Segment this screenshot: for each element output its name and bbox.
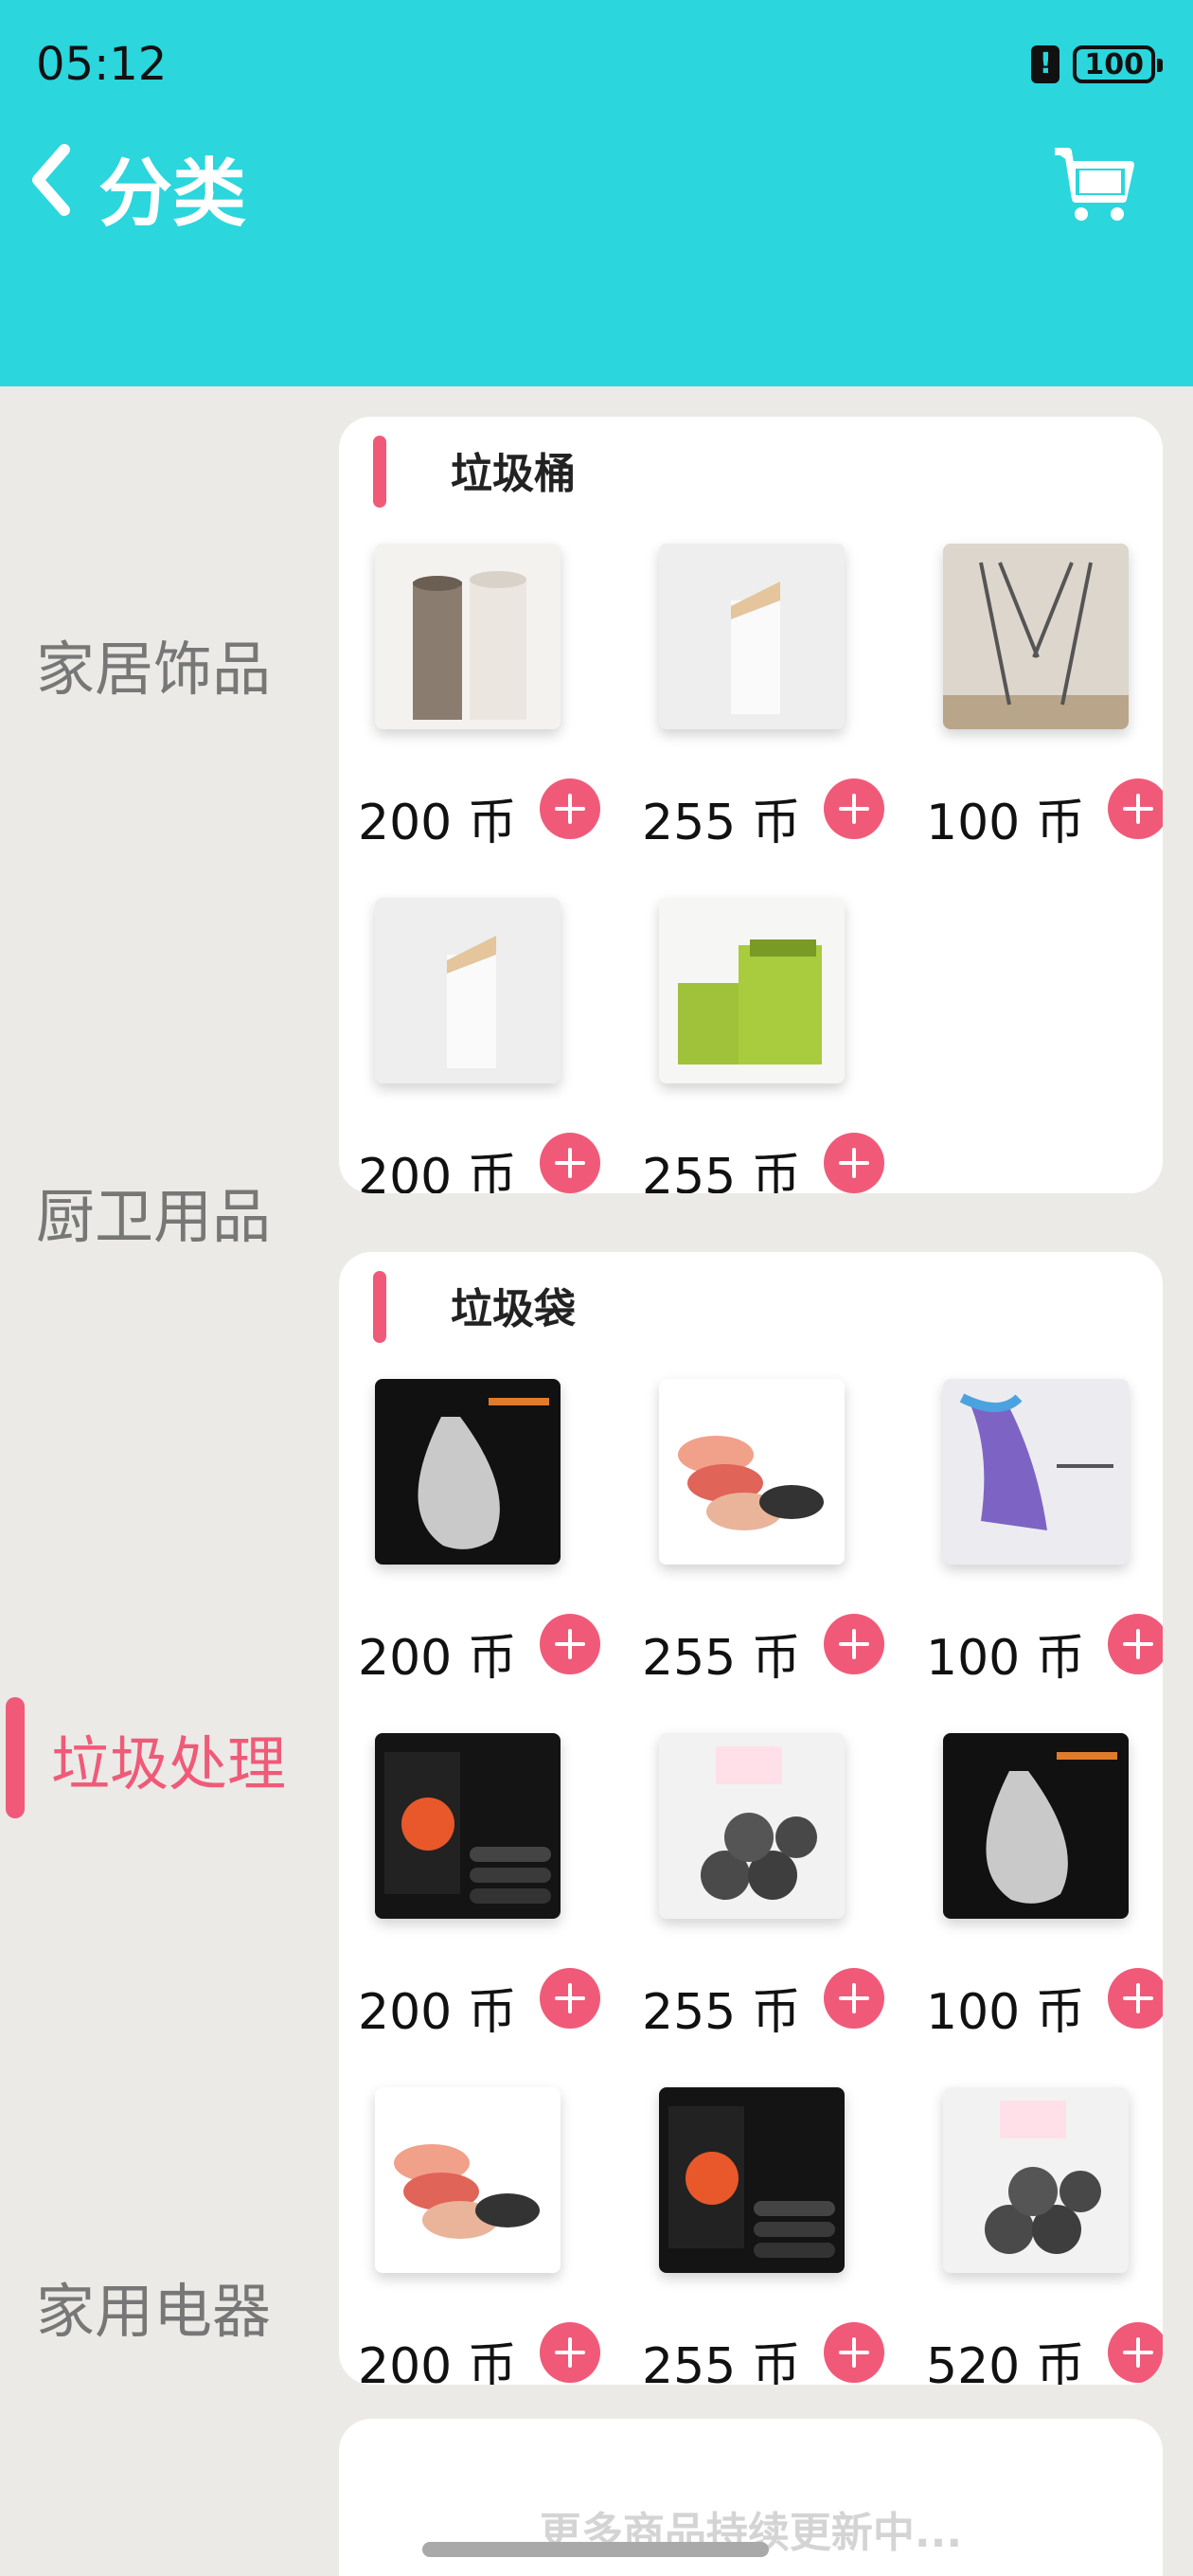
product-image[interactable] (375, 2087, 561, 2273)
add-to-cart-button[interactable] (1108, 2322, 1163, 2383)
section-marker (373, 1271, 386, 1343)
product-item[interactable]: 100 币 (926, 1733, 1163, 2074)
page-title: 分类 (98, 152, 247, 237)
product-image[interactable] (375, 1733, 561, 1919)
section-title: 垃圾桶 (451, 450, 576, 498)
add-to-cart-button[interactable] (540, 2322, 600, 2383)
section-title: 垃圾袋 (451, 1285, 576, 1333)
add-to-cart-button[interactable] (1108, 1614, 1163, 1674)
product-image[interactable] (659, 898, 845, 1083)
product-item[interactable]: 255 币 (642, 544, 907, 885)
battery-level: 100 (1084, 47, 1144, 81)
product-price: 200 币 (358, 1149, 517, 1193)
product-price: 100 币 (926, 1630, 1085, 1687)
product-image[interactable] (659, 1379, 845, 1565)
sidebar-item-kitchen-bath[interactable]: 厨卫用品 (0, 1169, 307, 1254)
product-list: 垃圾桶 200 币 255 币 100 币 200 币 255 币 垃圾袋 20… (307, 386, 1193, 2576)
section-trash-bags: 垃圾袋 200 币 255 币 100 币 200 币 255 币 100 币 … (339, 1252, 1163, 2385)
product-image[interactable] (375, 544, 561, 729)
add-to-cart-button[interactable] (824, 778, 884, 839)
product-image[interactable] (943, 1379, 1129, 1565)
product-price: 200 币 (358, 1630, 517, 1687)
product-item[interactable]: 200 币 (358, 1379, 623, 1720)
category-sidebar: 家居饰品 厨卫用品 垃圾处理 家用电器 (0, 386, 307, 2576)
add-to-cart-button[interactable] (1108, 1968, 1163, 2029)
section-marker (373, 436, 386, 508)
add-to-cart-button[interactable] (824, 2322, 884, 2383)
product-price: 200 币 (358, 2338, 517, 2385)
product-item[interactable]: 200 币 (358, 2087, 623, 2385)
add-to-cart-button[interactable] (1108, 778, 1163, 839)
add-to-cart-button[interactable] (540, 1133, 600, 1193)
add-to-cart-button[interactable] (824, 1968, 884, 2029)
chevron-left-icon[interactable] (27, 142, 74, 218)
status-icons: ! 100 (1031, 45, 1163, 83)
product-price: 255 币 (642, 2338, 801, 2385)
app-header: 05:12 ! 100 分类 (0, 0, 1193, 386)
product-price: 255 币 (642, 795, 801, 851)
product-image[interactable] (943, 2087, 1129, 2273)
product-price: 100 币 (926, 795, 1085, 851)
product-item[interactable]: 100 币 (926, 544, 1163, 885)
battery-icon: 100 (1073, 45, 1163, 83)
status-time: 05:12 (36, 38, 168, 91)
home-indicator[interactable] (422, 2542, 769, 2557)
product-image[interactable] (943, 1733, 1129, 1919)
add-to-cart-button[interactable] (540, 1614, 600, 1674)
product-image[interactable] (659, 2087, 845, 2273)
product-item[interactable]: 255 币 (642, 898, 907, 1193)
product-price: 200 币 (358, 795, 517, 851)
product-image[interactable] (943, 544, 1129, 729)
product-item[interactable]: 200 币 (358, 898, 623, 1193)
sidebar-item-home-decor[interactable]: 家居饰品 (0, 621, 307, 707)
product-image[interactable] (375, 898, 561, 1083)
add-to-cart-button[interactable] (824, 1614, 884, 1674)
product-item[interactable]: 100 币 (926, 1379, 1163, 1720)
add-to-cart-button[interactable] (540, 1968, 600, 2029)
section-trash-bins: 垃圾桶 200 币 255 币 100 币 200 币 255 币 (339, 417, 1163, 1193)
product-item[interactable]: 200 币 (358, 1733, 623, 2074)
product-item[interactable]: 255 币 (642, 1733, 907, 2074)
product-price: 255 币 (642, 1984, 801, 2041)
add-to-cart-button[interactable] (540, 778, 600, 839)
alert-icon: ! (1031, 45, 1060, 83)
product-price: 255 币 (642, 1630, 801, 1687)
product-item[interactable]: 255 币 (642, 2087, 907, 2385)
sidebar-item-waste[interactable]: 垃圾处理 (15, 1716, 322, 1801)
sidebar-item-appliances[interactable]: 家用电器 (0, 2263, 307, 2349)
product-price: 200 币 (358, 1984, 517, 2041)
product-price: 255 币 (642, 1149, 801, 1193)
product-image[interactable] (375, 1379, 561, 1565)
product-image[interactable] (659, 1733, 845, 1919)
product-price: 100 币 (926, 1984, 1085, 2041)
product-item[interactable]: 255 币 (642, 1379, 907, 1720)
product-image[interactable] (659, 544, 845, 729)
product-item[interactable]: 200 币 (358, 544, 623, 885)
add-to-cart-button[interactable] (824, 1133, 884, 1193)
product-price: 520 币 (926, 2338, 1085, 2385)
product-item[interactable]: 520 币 (926, 2087, 1163, 2385)
cart-icon[interactable] (1051, 142, 1136, 227)
